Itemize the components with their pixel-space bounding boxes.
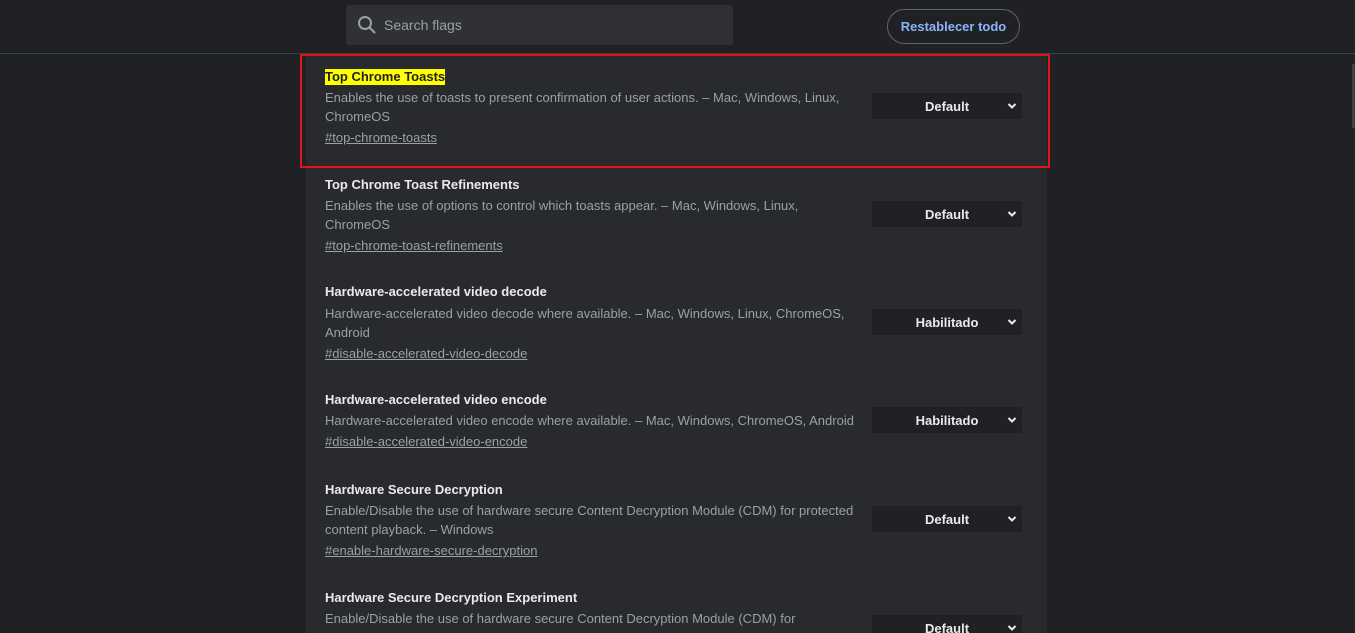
search-icon [357, 15, 377, 35]
flag-description: Enables the use of options to control wh… [325, 198, 799, 232]
chevron-down-icon [1007, 319, 1017, 325]
flag-state-value: Default [924, 206, 970, 222]
flag-link[interactable]: #top-chrome-toast-refinements [325, 238, 503, 254]
flag-state-value: Default [924, 511, 970, 527]
flag-state-select[interactable]: Default [872, 615, 1022, 633]
chevron-down-icon [1007, 625, 1017, 631]
chevron-down-icon [1007, 417, 1017, 423]
flag-link[interactable]: #enable-hardware-secure-decryption [325, 543, 537, 559]
flag-description: Enable/Disable the use of hardware secur… [325, 611, 796, 626]
flag-state-value: Default [924, 620, 970, 633]
flag-state-value: Habilitado [915, 314, 979, 330]
flag-state-value: Habilitado [915, 412, 979, 428]
search-box[interactable] [346, 5, 733, 45]
flag-item: Hardware Secure Decryption Experiment En… [306, 577, 1047, 633]
highlight-annotation-box [300, 54, 1050, 168]
chevron-down-icon [1007, 211, 1017, 217]
flag-title: Hardware-accelerated video encode [325, 392, 547, 407]
flag-item: Top Chrome Toast Refinements Enables the… [306, 163, 1047, 271]
flag-link[interactable]: #disable-accelerated-video-decode [325, 346, 527, 362]
reset-all-button[interactable]: Restablecer todo [887, 9, 1020, 44]
flag-title: Hardware-accelerated video decode [325, 284, 547, 299]
flag-description: Enable/Disable the use of hardware secur… [325, 503, 854, 537]
flag-item: Hardware-accelerated video encode Hardwa… [306, 379, 1047, 469]
flag-state-select[interactable]: Default [872, 201, 1022, 227]
search-input[interactable] [384, 17, 733, 33]
header: Restablecer todo [0, 0, 1355, 54]
flag-title: Hardware Secure Decryption Experiment [325, 590, 578, 605]
flag-title: Top Chrome Toast Refinements [325, 177, 520, 192]
flag-link[interactable]: #disable-accelerated-video-encode [325, 434, 527, 450]
chevron-down-icon [1007, 516, 1017, 522]
flag-description: Hardware-accelerated video encode where … [325, 413, 854, 428]
flag-state-select[interactable]: Habilitado [872, 407, 1022, 433]
flag-item: Hardware Secure Decryption Enable/Disabl… [306, 469, 1047, 577]
flag-title: Hardware Secure Decryption [325, 482, 503, 497]
flag-description: Hardware-accelerated video decode where … [325, 306, 845, 340]
flag-item: Hardware-accelerated video decode Hardwa… [306, 271, 1047, 379]
flag-state-select[interactable]: Habilitado [872, 309, 1022, 335]
flag-state-select[interactable]: Default [872, 506, 1022, 532]
